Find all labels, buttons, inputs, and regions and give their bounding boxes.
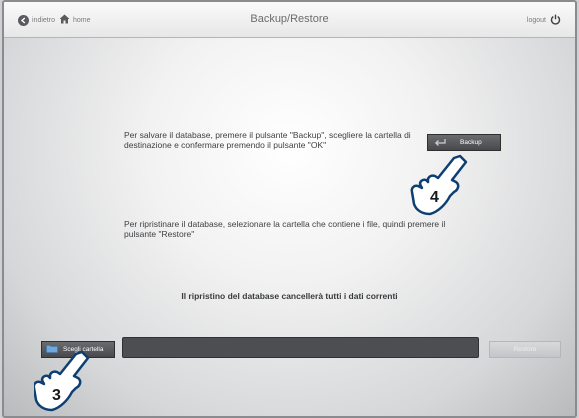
top-bar: indietro home Backup/Restore logout: [4, 2, 575, 38]
folder-path-field[interactable]: [122, 337, 479, 358]
step-4-number: 4: [430, 189, 439, 206]
app-screen: indietro home Backup/Restore logout Per …: [2, 0, 577, 418]
restore-button[interactable]: Restore: [489, 341, 561, 358]
backup-button-label: Backup: [460, 139, 482, 146]
page-title: Backup/Restore: [250, 13, 329, 25]
restore-warning: Il ripristino del database cancellerà tu…: [181, 291, 398, 301]
logout-label: logout: [526, 16, 546, 24]
hand-pointer-icon: 4: [410, 154, 468, 216]
backup-button[interactable]: Backup: [427, 134, 501, 151]
return-arrow-icon: [434, 138, 446, 148]
restore-instruction: Per ripristinare il database, selezionar…: [124, 219, 446, 239]
step-3-callout: 3: [32, 348, 96, 416]
power-icon: [550, 14, 561, 27]
step-4-callout: 4: [408, 152, 472, 220]
hand-pointer-icon: 3: [32, 350, 90, 412]
logout-button[interactable]: logout: [527, 13, 561, 27]
backup-instruction: Per salvare il database, premere il puls…: [124, 130, 411, 150]
step-3-number: 3: [52, 387, 61, 404]
